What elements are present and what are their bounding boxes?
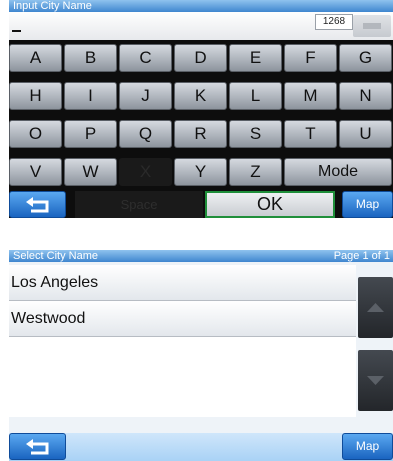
key-x: X bbox=[119, 158, 172, 186]
key-m[interactable]: M bbox=[284, 82, 337, 110]
triangle-up-icon bbox=[367, 303, 384, 312]
key-g[interactable]: G bbox=[339, 44, 392, 72]
space-button[interactable]: Space bbox=[75, 191, 203, 218]
input-row: 1268 bbox=[9, 11, 393, 40]
key-e[interactable]: E bbox=[229, 44, 282, 72]
empty-list-area bbox=[9, 337, 356, 417]
key-c[interactable]: C bbox=[119, 44, 172, 72]
key-z[interactable]: Z bbox=[229, 158, 282, 186]
scroll-up-button[interactable] bbox=[358, 277, 393, 338]
match-counter: 1268 bbox=[315, 14, 353, 30]
back-arrow-icon bbox=[26, 197, 49, 213]
city-list-item[interactable]: Westwood bbox=[9, 301, 356, 337]
scroll-down-button[interactable] bbox=[358, 350, 393, 411]
ok-button[interactable]: OK bbox=[205, 191, 335, 218]
key-y[interactable]: Y bbox=[174, 158, 227, 186]
key-h[interactable]: H bbox=[9, 82, 62, 110]
key-w[interactable]: W bbox=[64, 158, 117, 186]
key-q[interactable]: Q bbox=[119, 120, 172, 148]
key-v[interactable]: V bbox=[9, 158, 62, 186]
key-s[interactable]: S bbox=[229, 120, 282, 148]
title-bar: Input City Name bbox=[9, 0, 393, 12]
key-d[interactable]: D bbox=[174, 44, 227, 72]
back-arrow-icon bbox=[26, 439, 49, 455]
key-p[interactable]: P bbox=[64, 120, 117, 148]
city-select-screen: Select City Name Page 1 of 1 Los Angeles… bbox=[9, 250, 393, 461]
backspace-button[interactable] bbox=[353, 15, 391, 37]
back-button[interactable] bbox=[9, 191, 66, 218]
text-cursor bbox=[12, 30, 21, 32]
map-button[interactable]: Map bbox=[342, 191, 393, 218]
back-button[interactable] bbox=[9, 433, 66, 460]
mode-button[interactable]: Mode bbox=[284, 158, 392, 186]
city-list-item[interactable]: Los Angeles bbox=[9, 265, 356, 301]
key-f[interactable]: F bbox=[284, 44, 337, 72]
key-i[interactable]: I bbox=[64, 82, 117, 110]
screen-title: Select City Name bbox=[13, 250, 98, 262]
key-b[interactable]: B bbox=[64, 44, 117, 72]
title-bar: Select City Name Page 1 of 1 bbox=[9, 250, 393, 262]
key-a[interactable]: A bbox=[9, 44, 62, 72]
city-name-input[interactable]: 1268 bbox=[9, 11, 353, 40]
triangle-down-icon bbox=[367, 376, 384, 385]
map-button[interactable]: Map bbox=[342, 433, 393, 460]
key-k[interactable]: K bbox=[174, 82, 227, 110]
city-input-screen: 1268 Input City Name ABCDEFGHIJKLMNOPQRS… bbox=[9, 0, 393, 218]
key-j[interactable]: J bbox=[119, 82, 172, 110]
key-n[interactable]: N bbox=[339, 82, 392, 110]
screen-title: Input City Name bbox=[13, 0, 92, 12]
bottom-bar bbox=[9, 433, 393, 461]
key-o[interactable]: O bbox=[9, 120, 62, 148]
key-u[interactable]: U bbox=[339, 120, 392, 148]
key-r[interactable]: R bbox=[174, 120, 227, 148]
backspace-icon bbox=[363, 23, 381, 29]
page-indicator: Page 1 of 1 bbox=[333, 250, 390, 262]
key-l[interactable]: L bbox=[229, 82, 282, 110]
key-t[interactable]: T bbox=[284, 120, 337, 148]
